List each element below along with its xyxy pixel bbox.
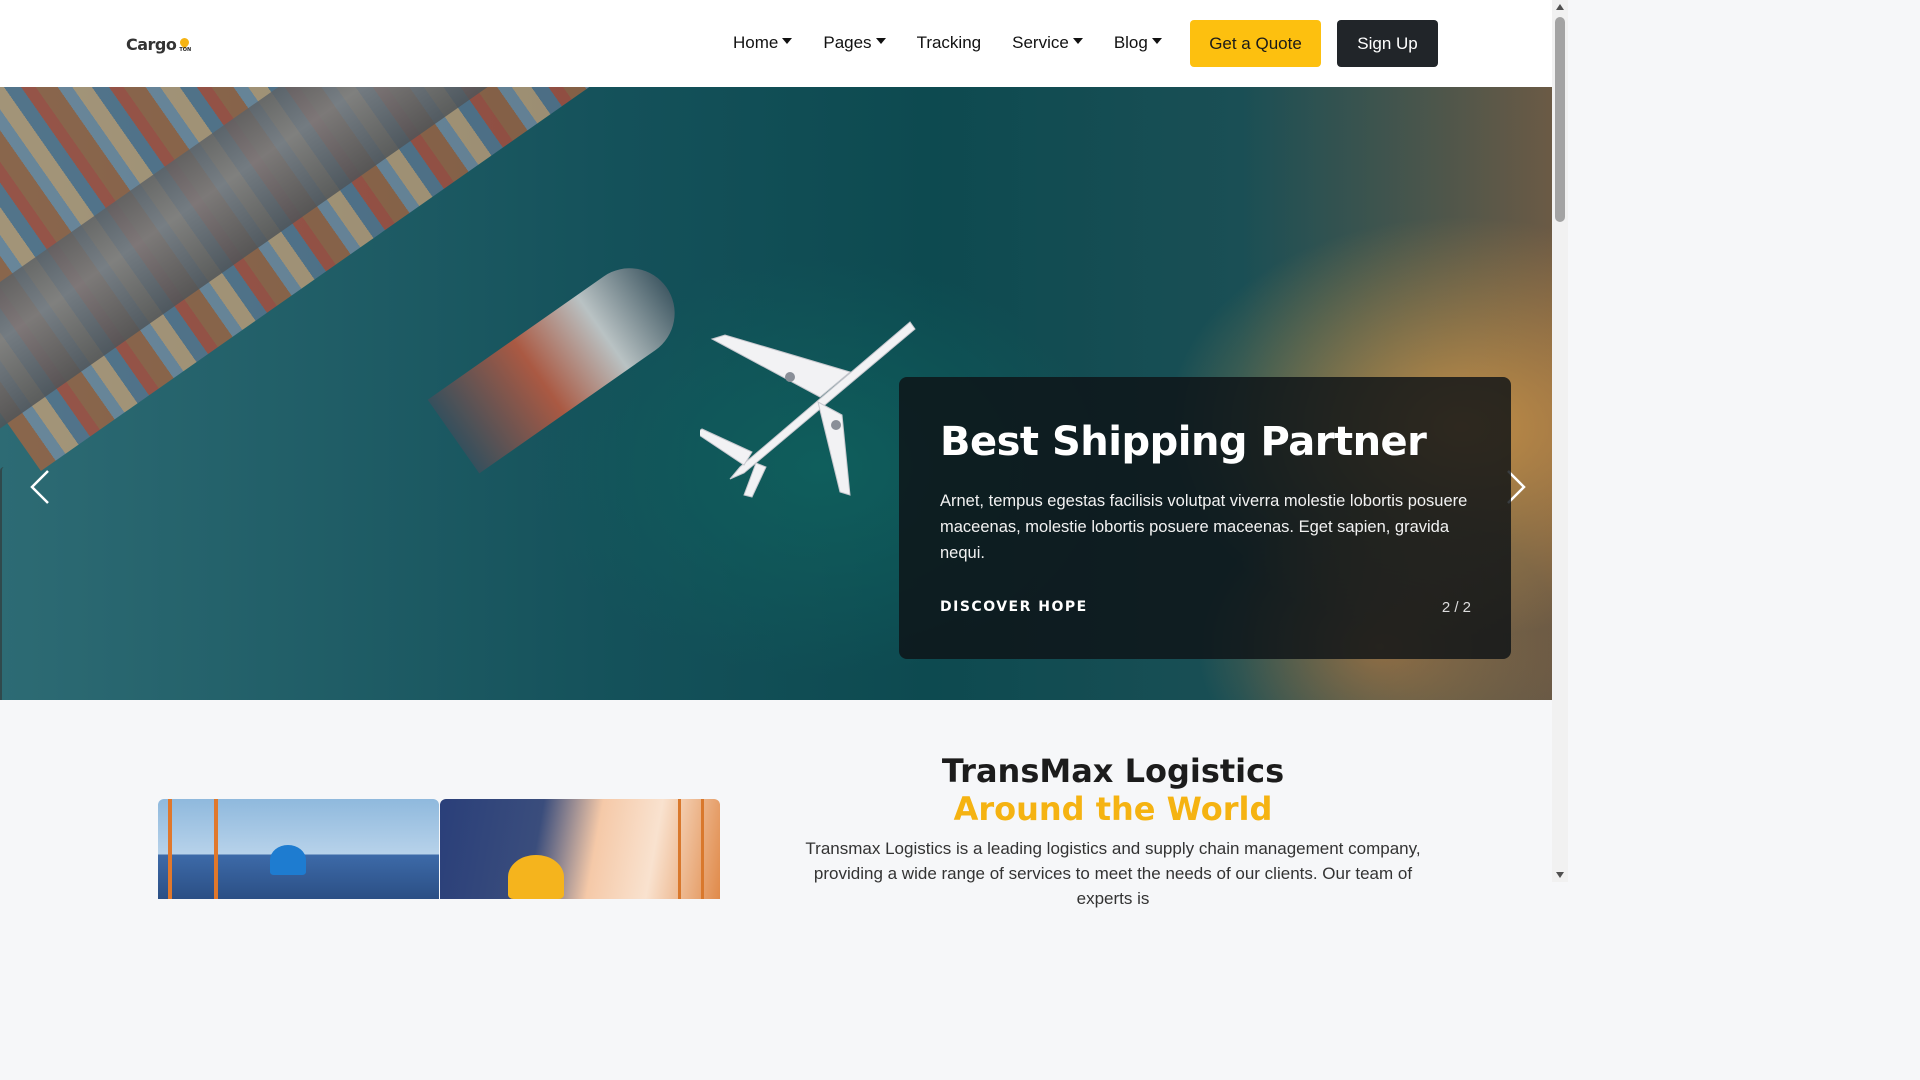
chevron-left-icon[interactable]: [28, 467, 52, 507]
site-header: Cargo TON Home Pages Tracking Service Bl…: [0, 0, 1552, 87]
logo-drop-icon: TON: [178, 30, 192, 54]
logo-mark-text: TON: [179, 47, 192, 53]
slide-counter: 2 / 2: [1441, 599, 1471, 616]
scroll-thumb[interactable]: [1555, 17, 1565, 222]
brand-name: Cargo: [126, 35, 177, 54]
caret-down-icon: [782, 38, 793, 44]
about-description: Transmax Logistics is a leading logistic…: [805, 839, 1421, 908]
nav-item-tracking[interactable]: Tracking: [917, 33, 982, 53]
page-scrollbar[interactable]: [1552, 0, 1568, 882]
nav-item-home[interactable]: Home: [733, 33, 793, 53]
nav-item-label: Blog: [1113, 33, 1148, 52]
hero-title: Best Shipping Partner: [940, 419, 1427, 465]
helmet-icon: [270, 845, 306, 875]
worker-photo-1: [158, 799, 439, 899]
airplane-illustration: [700, 321, 916, 498]
scroll-down-icon[interactable]: [1556, 872, 1564, 878]
nav-item-pages[interactable]: Pages: [823, 33, 886, 53]
nav-item-service[interactable]: Service: [1012, 33, 1083, 53]
sign-up-button[interactable]: Sign Up: [1337, 20, 1438, 67]
about-title: TransMax Logistics: [941, 752, 1285, 790]
hero-description: Arnet, tempus egestas facilisis volutpat…: [940, 492, 1468, 562]
main-nav: Home Pages Tracking Service Blog: [733, 33, 1193, 53]
about-subtitle: Around the World: [953, 790, 1273, 828]
brand-logo[interactable]: Cargo TON: [126, 30, 192, 54]
caret-down-icon: [875, 38, 886, 44]
nav-item-label: Pages: [823, 33, 872, 52]
discover-link[interactable]: DISCOVER HOPE: [940, 599, 1088, 615]
caret-down-icon: [1151, 38, 1162, 44]
nav-item-label: Tracking: [916, 33, 982, 52]
nav-item-label: Service: [1012, 33, 1069, 52]
worker-photo-2: [440, 799, 720, 899]
helmet-icon: [508, 855, 564, 899]
caret-down-icon: [1072, 38, 1083, 44]
hero-carousel: Best Shipping Partner Arnet, tempus eges…: [0, 87, 1552, 700]
get-quote-button[interactable]: Get a Quote: [1190, 20, 1321, 67]
nav-item-blog[interactable]: Blog: [1114, 33, 1162, 53]
nav-item-label: Home: [733, 33, 779, 52]
scroll-up-icon[interactable]: [1556, 4, 1564, 10]
hero-caption-card: Best Shipping Partner Arnet, tempus eges…: [899, 377, 1511, 659]
